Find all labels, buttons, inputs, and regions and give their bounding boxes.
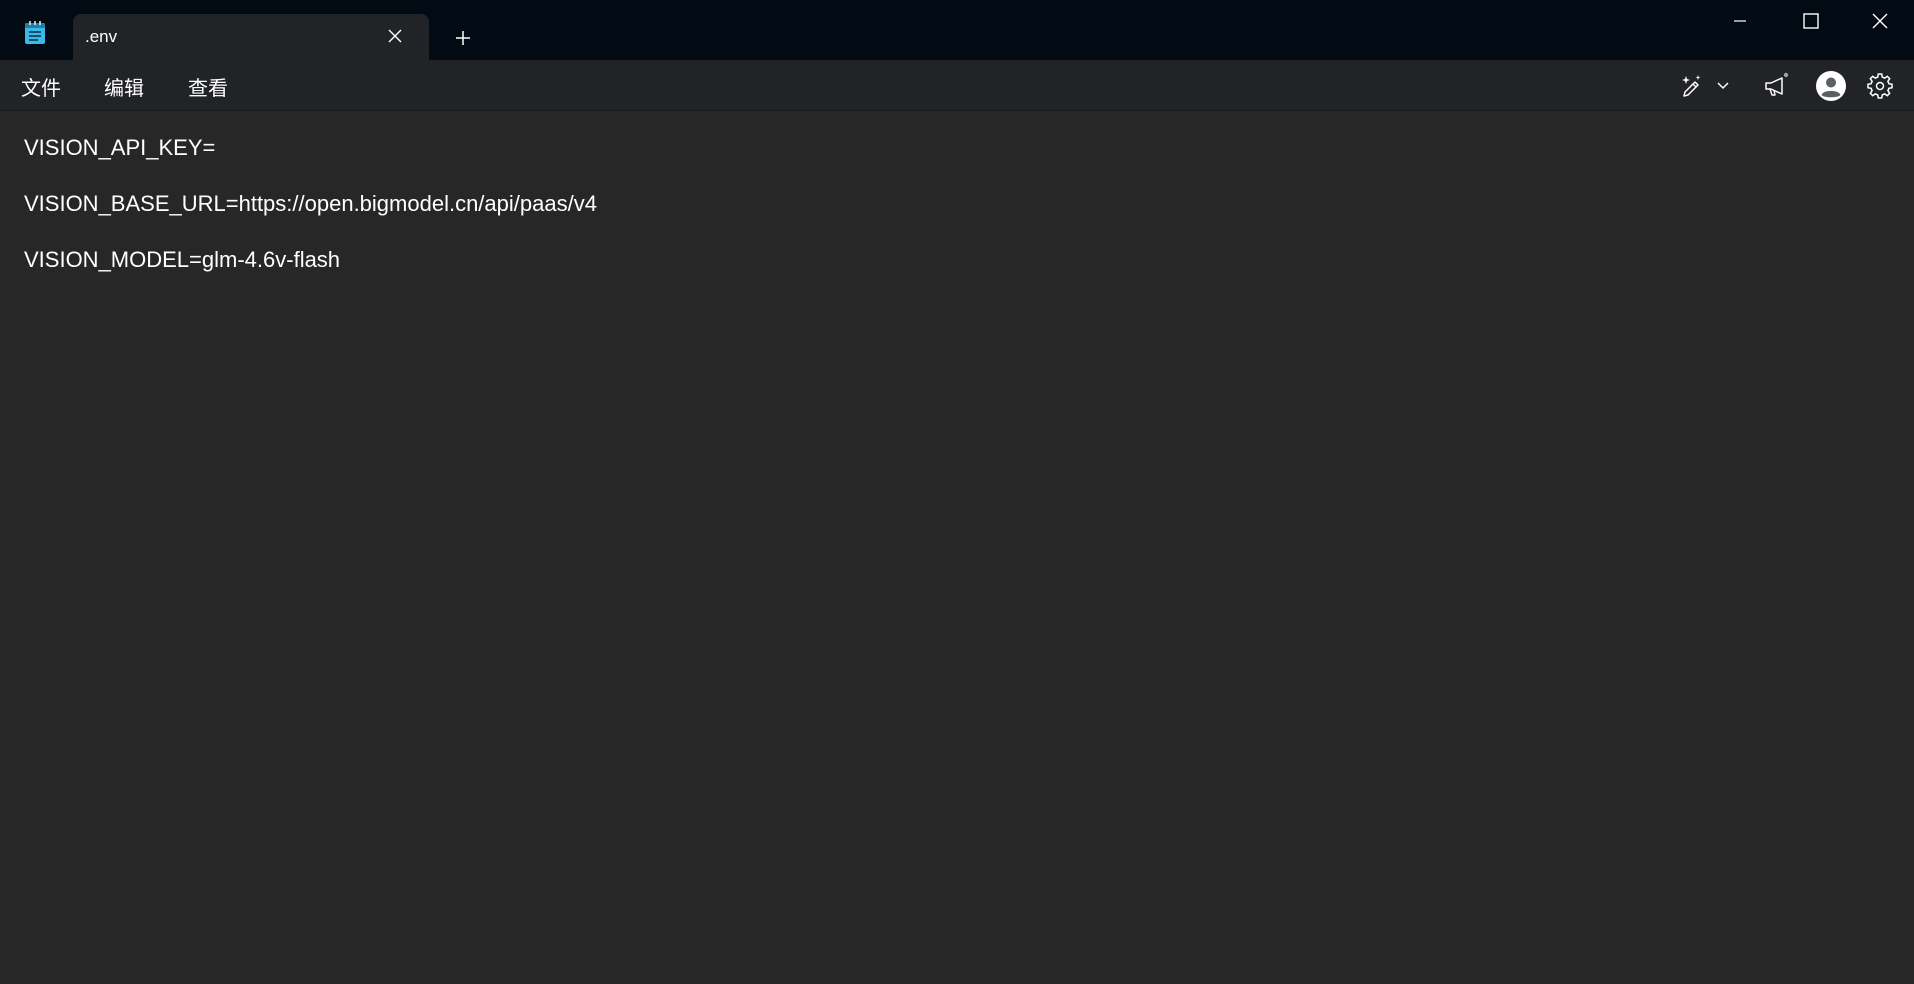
editor-line-2: VISION_BASE_URL=https://open.bigmodel.cn… — [24, 191, 597, 216]
megaphone-icon[interactable] — [1762, 72, 1790, 100]
gear-icon[interactable] — [1866, 72, 1894, 100]
text-editor[interactable]: VISION_API_KEY= VISION_BASE_URL=https://… — [0, 111, 1914, 984]
tab-env[interactable]: .env — [73, 14, 429, 60]
editor-line-3: VISION_MODEL=glm-4.6v-flash — [24, 247, 341, 272]
menu-edit[interactable]: 编辑 — [104, 72, 144, 101]
menu-file[interactable]: 文件 — [21, 72, 61, 101]
maximize-icon[interactable] — [1790, 6, 1830, 36]
close-icon[interactable] — [1860, 6, 1900, 36]
menu-view[interactable]: 查看 — [188, 72, 228, 101]
title-bar: .env — [0, 0, 1914, 60]
minimize-icon[interactable] — [1720, 6, 1760, 36]
close-tab-icon[interactable] — [383, 24, 407, 48]
copilot-icon[interactable] — [1678, 71, 1706, 99]
new-tab-icon[interactable] — [451, 26, 475, 50]
editor-line-1: VISION_API_KEY= — [24, 135, 216, 160]
notepad-app-icon — [25, 21, 45, 44]
menu-bar: 文件 编辑 查看 — [0, 60, 1914, 111]
notepad-window: .env 文件 编辑 查看 VISION_API_KEY= VISION_BAS… — [0, 0, 1914, 984]
chevron-down-icon[interactable] — [1712, 75, 1734, 97]
tab-title: .env — [85, 27, 118, 46]
avatar-icon[interactable] — [1815, 70, 1847, 102]
